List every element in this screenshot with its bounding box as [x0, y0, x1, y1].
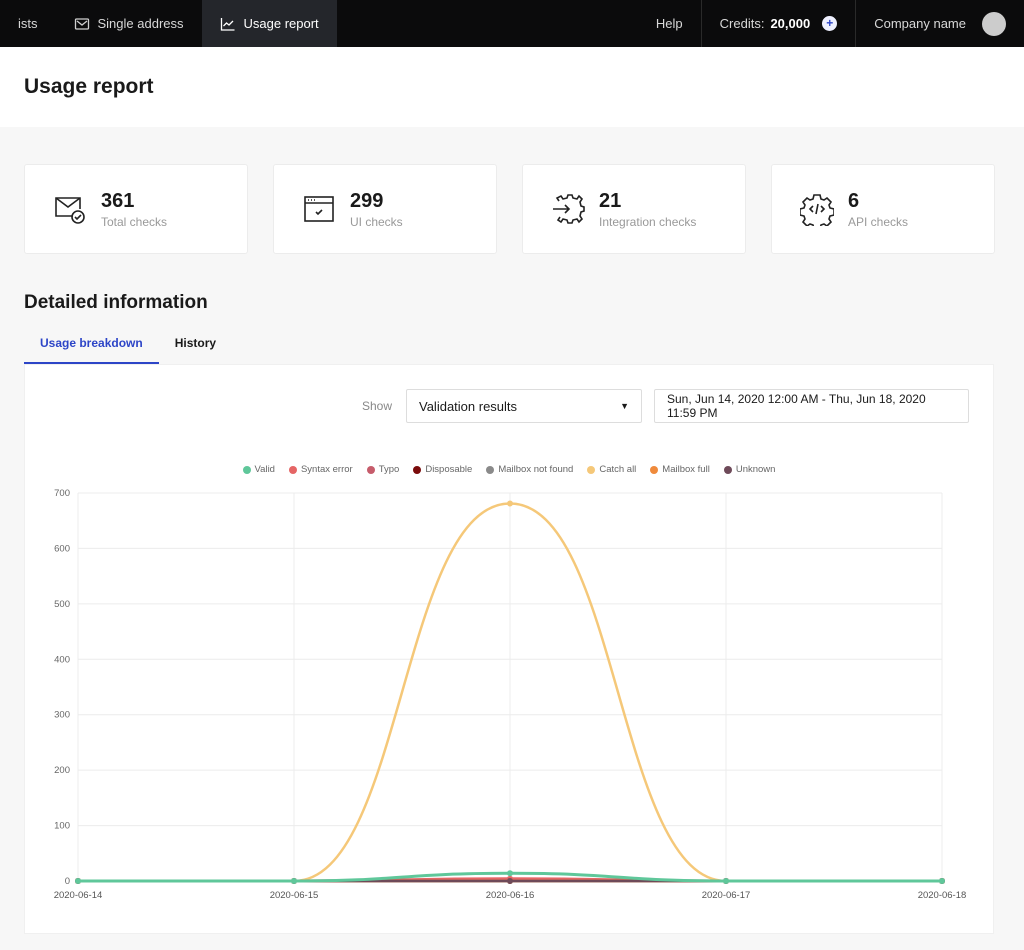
page-title: Usage report — [24, 75, 154, 98]
legend-dot — [242, 465, 251, 474]
show-label: Show — [361, 399, 392, 413]
y-tick-label: 300 — [54, 710, 70, 721]
page-header: Usage report — [0, 47, 1024, 127]
x-tick-label: 2020-06-18 — [918, 890, 967, 901]
data-point — [507, 878, 513, 884]
legend-item[interactable]: Syntax error — [288, 464, 353, 475]
stat-value: 21 — [599, 189, 622, 212]
legend-item[interactable]: Typo — [366, 464, 400, 475]
y-tick-label: 700 — [54, 488, 70, 499]
nav-item-usage-report[interactable]: Usage report — [201, 0, 337, 47]
data-point — [507, 870, 513, 877]
help-link[interactable]: Help — [638, 0, 701, 47]
browser-window-check-icon — [304, 196, 334, 222]
legend-item[interactable]: Catch all — [587, 464, 636, 475]
stats-row: 361 Total checks 299 UI checks 21 Integrati… — [0, 127, 1024, 254]
stat-value: 299 — [350, 189, 384, 212]
help-label: Help — [655, 16, 683, 31]
stat-label: API checks — [848, 214, 909, 229]
stat-card-integration: 21 Integration checks — [522, 164, 746, 254]
credits: Credits: 20,000 + — [700, 0, 856, 47]
company-name: Company name — [874, 16, 966, 31]
legend-item[interactable]: Unknown — [723, 464, 776, 475]
legend-item[interactable]: Disposable — [413, 464, 472, 475]
plus-icon: + — [826, 16, 834, 30]
data-point — [75, 878, 81, 884]
legend-dot — [587, 465, 596, 474]
nav-item-label: Usage report — [243, 16, 319, 31]
legend-label: Disposable — [425, 464, 473, 475]
legend-label: Mailbox full — [662, 464, 710, 475]
legend-label: Valid — [254, 464, 275, 475]
chart-panel: Show Validation results ▼ Sun, Jun 14, 2… — [24, 364, 994, 934]
tab-usage-breakdown[interactable]: Usage breakdown — [24, 336, 159, 364]
legend-label: Unknown — [735, 464, 776, 475]
credits-value: 20,000 — [770, 16, 811, 31]
nav-item-label: Single address — [97, 16, 184, 31]
stat-value: 361 — [101, 189, 135, 212]
date-range-picker[interactable]: Sun, Jun 14, 2020 12:00 AM - Thu, Jun 18… — [654, 389, 969, 423]
legend-label: Typo — [378, 464, 400, 475]
gear-arrow-icon — [553, 194, 585, 224]
gear-code-icon — [800, 194, 834, 226]
legend-dot — [288, 465, 297, 474]
envelope-icon — [74, 17, 89, 30]
stat-card-api: 6 API checks — [771, 164, 995, 254]
legend-dot — [486, 465, 495, 474]
chart-legend: Valid Syntax error Typo Disposable Mailbox n… — [25, 464, 993, 475]
stat-value: 6 — [848, 189, 860, 212]
legend-dot — [366, 465, 375, 474]
nav-item-lists[interactable]: ists — [0, 0, 56, 47]
company-menu[interactable]: Company name — [855, 0, 1024, 47]
detail-tabs: Usage breakdown History — [0, 336, 1024, 364]
data-point — [507, 500, 513, 507]
x-tick-label: 2020-06-16 — [486, 890, 535, 901]
stat-label: Integration checks — [599, 214, 697, 229]
y-tick-label: 400 — [54, 654, 70, 665]
legend-dot — [413, 465, 422, 474]
result-type-select[interactable]: Validation results ▼ — [406, 389, 642, 423]
y-tick-label: 600 — [54, 543, 70, 554]
stat-card-total: 361 Total checks — [24, 164, 248, 254]
top-nav: ists Single address Usage report Help Cr… — [0, 0, 1024, 47]
caret-down-icon: ▼ — [620, 401, 629, 411]
line-chart: 0 100 200 300 400 500 600 700 2020-06-14 2020-06-… — [54, 488, 967, 901]
x-tick-label: 2020-06-17 — [702, 890, 751, 901]
nav-item-label: ists — [18, 16, 38, 31]
add-credits-button[interactable]: + — [822, 16, 838, 31]
y-tick-label: 100 — [54, 821, 70, 832]
y-tick-label: 0 — [65, 876, 70, 887]
nav-item-single-address[interactable]: Single address — [56, 0, 202, 47]
chart-line-icon — [220, 17, 234, 31]
legend-label: Mailbox not found — [498, 464, 574, 475]
envelope-check-icon — [55, 197, 85, 224]
legend-item[interactable]: Mailbox not found — [486, 464, 573, 475]
legend-dot — [650, 465, 659, 474]
stat-label: UI checks — [350, 214, 403, 229]
x-tick-label: 2020-06-15 — [270, 890, 319, 901]
data-point — [939, 878, 945, 884]
legend-item[interactable]: Valid — [242, 464, 275, 475]
x-tick-label: 2020-06-14 — [54, 890, 103, 901]
y-tick-label: 500 — [54, 599, 70, 610]
stat-label: Total checks — [101, 214, 168, 229]
stat-card-ui: 299 UI checks — [273, 164, 497, 254]
legend-item[interactable]: Mailbox full — [650, 464, 710, 475]
credits-label: Credits: — [719, 16, 765, 31]
tab-history[interactable]: History — [159, 336, 232, 364]
legend-label: Catch all — [599, 464, 637, 475]
data-point — [723, 878, 729, 884]
legend-dot — [723, 465, 732, 474]
data-point — [291, 878, 297, 884]
avatar[interactable] — [982, 11, 1006, 36]
date-range-value: Sun, Jun 14, 2020 12:00 AM - Thu, Jun 18… — [667, 392, 926, 420]
legend-label: Syntax error — [300, 464, 353, 475]
select-value: Validation results — [419, 398, 518, 414]
section-title: Detailed information — [24, 292, 208, 313]
y-tick-label: 200 — [54, 765, 70, 776]
